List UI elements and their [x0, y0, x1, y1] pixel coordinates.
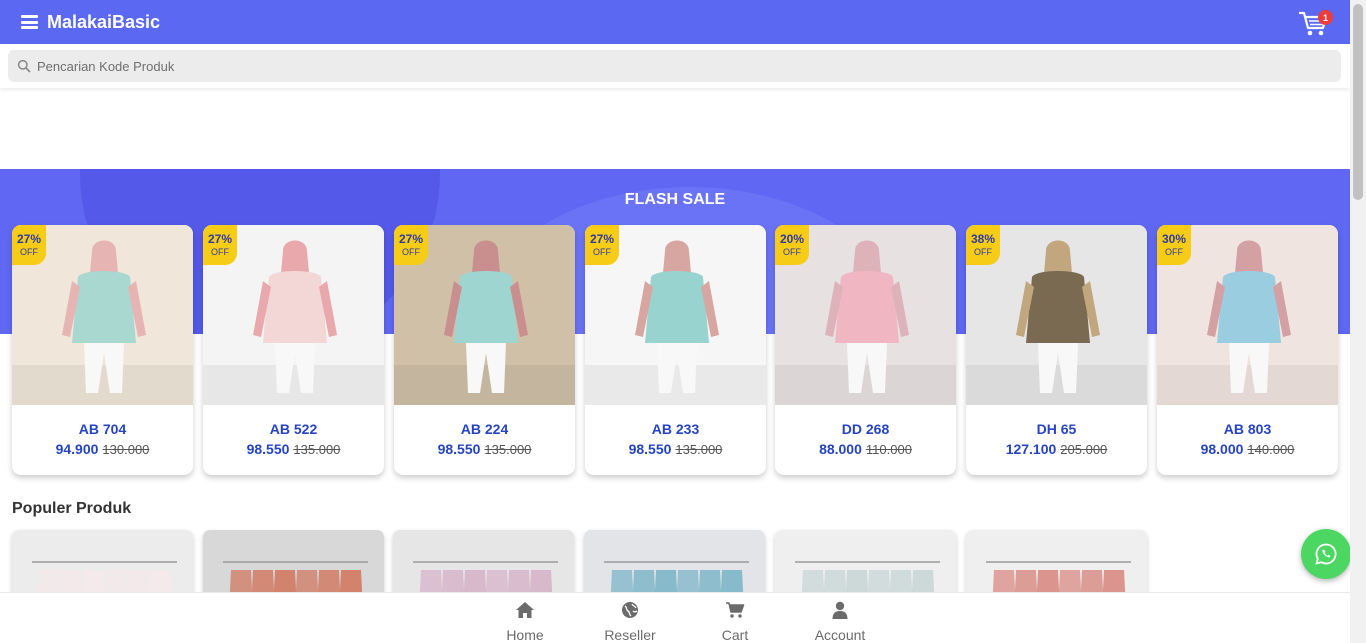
sale-price: 88.000 — [819, 441, 862, 457]
sale-price: 98.550 — [246, 441, 290, 457]
product-prices: 94.900 130.000 — [12, 441, 193, 459]
product-prices: 98.000 140.000 — [1157, 441, 1338, 459]
home-icon — [516, 602, 534, 618]
product-code[interactable]: AB 224 — [394, 421, 575, 437]
discount-badge: 27% OFF — [585, 225, 619, 265]
sale-price: 98.550 — [628, 441, 672, 457]
flash-sale-product-card[interactable]: 30% OFF AB 803 98.000 140.000 — [1157, 225, 1338, 475]
sale-price: 127.100 — [1005, 441, 1057, 457]
search-bar-container — [0, 44, 1350, 88]
discount-badge: 38% OFF — [966, 225, 1000, 265]
product-code[interactable]: DD 268 — [775, 421, 956, 437]
top-bar: MalakaiBasic — [0, 0, 1350, 44]
product-code[interactable]: AB 704 — [12, 421, 193, 437]
sale-price: 98.000 — [1200, 441, 1244, 457]
product-prices: 98.550 135.000 — [394, 441, 575, 459]
user-icon — [832, 601, 848, 619]
cart-count-badge: 1 — [1318, 10, 1333, 25]
product-prices: 98.550 135.000 — [203, 441, 384, 459]
flash-sale-title: FLASH SALE — [624, 191, 726, 208]
original-price: 130.000 — [102, 442, 150, 457]
nav-cart[interactable]: Cart — [690, 593, 780, 643]
nav-home-label: Home — [506, 627, 544, 643]
flash-sale-section: FLASH SALE 27% OFF AB 704 94.900 130.000 27% O… — [0, 169, 1350, 489]
flash-sale-product-card[interactable]: 27% OFF AB 224 98.550 135.000 — [394, 225, 575, 475]
product-prices: 127.100 205.000 — [966, 441, 1147, 459]
sale-price: 94.900 — [55, 441, 99, 457]
hamburger-menu-icon[interactable] — [21, 15, 38, 29]
nav-home[interactable]: Home — [480, 593, 570, 643]
original-price: 135.000 — [484, 442, 532, 457]
search-box[interactable] — [8, 50, 1341, 82]
discount-badge: 27% OFF — [12, 225, 46, 265]
flash-sale-product-card[interactable]: 27% OFF AB 522 98.550 135.000 — [203, 225, 384, 475]
cart-icon — [726, 602, 745, 618]
product-code[interactable]: AB 233 — [585, 421, 766, 437]
discount-badge: 20% OFF — [775, 225, 809, 265]
globe-icon — [622, 602, 638, 618]
product-code[interactable]: AB 522 — [203, 421, 384, 437]
flash-sale-product-card[interactable]: 27% OFF AB 704 94.900 130.000 — [12, 225, 193, 475]
search-input[interactable] — [37, 58, 1317, 74]
product-prices: 88.000 110.000 — [775, 441, 956, 459]
original-price: 135.000 — [293, 442, 341, 457]
nav-account-label: Account — [814, 627, 866, 643]
bottom-navigation: Home Reseller Cart Account — [0, 592, 1350, 643]
sale-price: 98.550 — [437, 441, 481, 457]
discount-badge: 27% OFF — [394, 225, 428, 265]
nav-account[interactable]: Account — [795, 593, 885, 643]
original-price: 205.000 — [1060, 442, 1108, 457]
nav-reseller-label: Reseller — [604, 627, 656, 643]
popular-products-title: Populer Produk — [12, 500, 132, 517]
search-icon — [17, 59, 31, 73]
product-code[interactable]: AB 803 — [1157, 421, 1338, 437]
product-code[interactable]: DH 65 — [966, 421, 1147, 437]
flash-sale-product-card[interactable]: 20% OFF DD 268 88.000 110.000 — [775, 225, 956, 475]
flash-sale-product-card[interactable]: 27% OFF AB 233 98.550 135.000 — [585, 225, 766, 475]
whatsapp-button[interactable] — [1301, 529, 1350, 579]
page: MalakaiBasic 1 FLASH SALE 27%OFF AB 704 94… — [0, 0, 1350, 643]
original-price: 135.000 — [675, 442, 723, 457]
original-price: 140.000 — [1247, 442, 1295, 457]
flash-sale-product-card[interactable]: 38% OFF DH 65 127.100 205.000 — [966, 225, 1147, 475]
whatsapp-icon — [1315, 543, 1337, 565]
product-prices: 98.550 135.000 — [585, 441, 766, 459]
scrollbar[interactable] — [1350, 0, 1366, 643]
nav-reseller[interactable]: Reseller — [585, 593, 675, 643]
original-price: 110.000 — [865, 442, 912, 457]
nav-cart-label: Cart — [721, 627, 749, 643]
discount-badge: 30% OFF — [1157, 225, 1191, 265]
scrollbar-thumb[interactable] — [1353, 4, 1363, 200]
brand-title: MalakaiBasic — [47, 11, 161, 32]
discount-badge: 27% OFF — [203, 225, 237, 265]
